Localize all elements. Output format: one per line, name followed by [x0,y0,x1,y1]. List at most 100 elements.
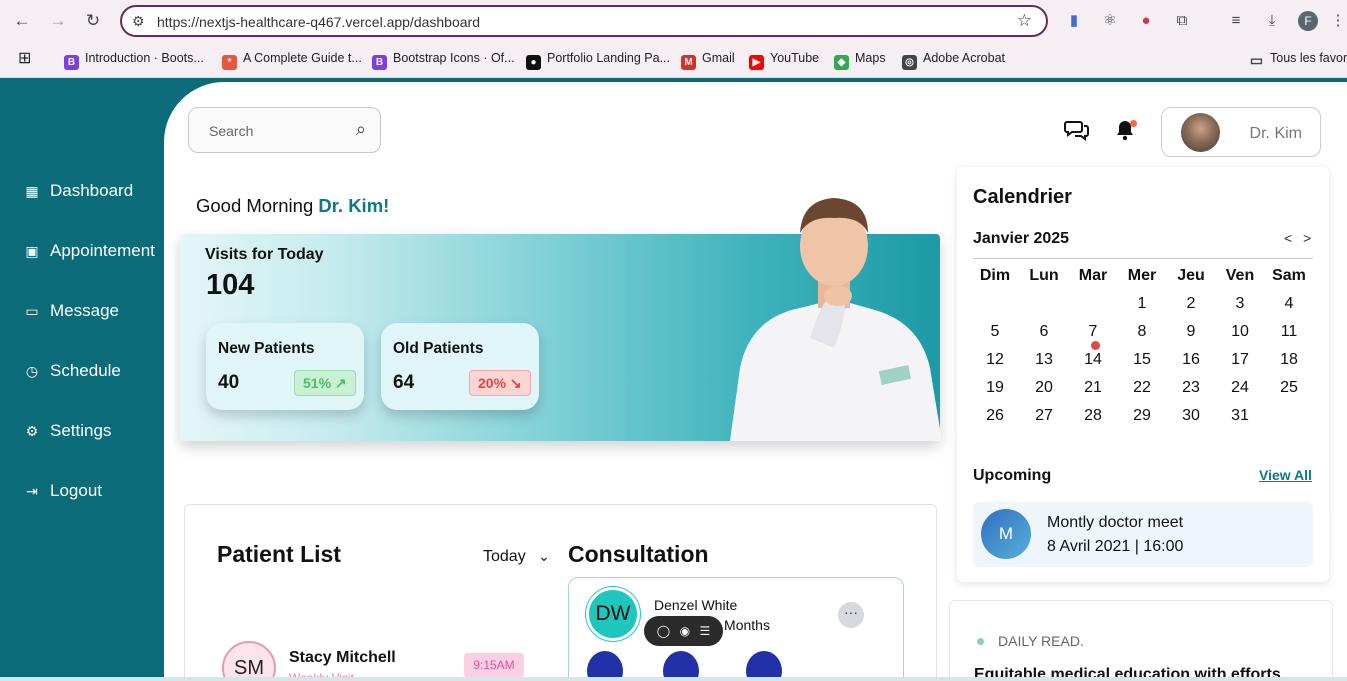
calendar-day[interactable]: 8 [1122,323,1162,341]
floating-toolbar: ◯ ◉ ☰ [644,616,723,646]
date-filter-dropdown[interactable]: Today ⌄ [483,548,550,566]
calendar-day[interactable]: 21 [1073,379,1113,397]
calendar-day[interactable]: 1 [1122,295,1162,313]
view-all-link[interactable]: View All [1259,467,1312,483]
bookmark-item[interactable]: ◎ Adobe Acrobat [902,51,1005,70]
react-devtools-icon[interactable]: ⚛ [1100,11,1120,31]
bookmark-item[interactable]: B Introduction · Boots... [64,51,204,70]
patient-name[interactable]: Stacy Mitchell [289,649,396,667]
bookmark-item[interactable]: B Bootstrap Icons · Of... [372,51,515,70]
address-bar[interactable]: ⚙ https://nextjs-healthcare-q467.vercel.… [120,5,1048,37]
logout-icon: ⇥ [26,483,38,499]
apps-grid-icon[interactable]: ⊞ [18,48,31,68]
calendar-icon: ▣ [25,243,39,259]
sidebar-item-settings[interactable]: ⚙ Settings [24,416,112,446]
reading-list-icon[interactable]: ≡ [1226,11,1246,31]
menu-kebab-icon[interactable]: ⋮ [1328,11,1347,31]
calendar-day[interactable]: 26 [975,407,1015,425]
gear-icon: ⚙ [25,423,39,439]
old-patients-change-badge: 20% ↘ [469,370,531,396]
dashboard-icon: ▦ [25,183,39,199]
calendar-day[interactable]: 6 [1024,323,1064,341]
bookmark-favicon-icon: B [372,55,387,70]
calendar-day[interactable]: 31 [1220,407,1260,425]
bookmark-star-icon[interactable]: ☆ [1017,11,1032,31]
calendar-day[interactable]: 24 [1220,379,1260,397]
calendar-day[interactable]: 15 [1122,351,1162,369]
upcoming-title: Upcoming [973,467,1052,484]
back-icon[interactable]: ← [12,11,32,31]
calendar-event-dot [1091,341,1100,350]
calendar-day[interactable]: 25 [1269,379,1309,397]
extension-icon[interactable]: ▮ [1064,11,1084,31]
bookmark-item[interactable]: * A Complete Guide t... [222,51,362,70]
calendar-day[interactable]: 18 [1269,351,1309,369]
search-input[interactable]: Search ⌕ [188,107,381,153]
calendar-day[interactable]: 30 [1171,407,1211,425]
calendar-prev-button[interactable]: < [1284,230,1292,246]
calendar-next-button[interactable]: > [1303,230,1311,246]
calendar-day-marked[interactable]: 7 [1073,323,1113,341]
calendar-day[interactable]: 11 [1269,323,1309,341]
browser-profile-avatar[interactable]: F [1298,11,1318,31]
new-patients-change-badge: 51% ↗ [294,370,356,396]
downloads-icon[interactable]: ⤓ [1262,11,1282,31]
user-profile[interactable]: Dr. Kim [1161,107,1321,157]
calendar-day[interactable]: 28 [1073,407,1113,425]
bookmark-item[interactable]: M Gmail [681,51,735,70]
bookmark-item[interactable]: ● Portfolio Landing Pa... [526,51,670,70]
calendar-day[interactable]: 9 [1171,323,1211,341]
reload-icon[interactable]: ↻ [83,11,103,31]
calendar-weekday: Mar [1078,267,1108,284]
sidebar-item-dashboard[interactable]: ▦ Dashboard [24,176,133,206]
calendar-day[interactable]: 2 [1171,295,1211,313]
bookmark-label: A Complete Guide t... [243,51,362,65]
menu-icon[interactable]: ☰ [700,624,711,638]
more-options-button[interactable]: ··· [838,602,864,628]
calendar-day[interactable]: 17 [1220,351,1260,369]
forward-icon[interactable]: → [48,11,68,31]
chat-icon[interactable] [1064,119,1090,147]
sidebar-item-appointement[interactable]: ▣ Appointement [24,236,155,266]
calendar-day[interactable]: 4 [1269,295,1309,313]
calendar-day[interactable]: 19 [975,379,1015,397]
sidebar-item-message[interactable]: ▭ Message [24,296,119,326]
folder-icon: ▭ [1249,52,1264,68]
calendar-day[interactable]: 14 [1073,351,1113,369]
bookmark-item[interactable]: ▶ YouTube [749,51,819,70]
url-text[interactable]: https://nextjs-healthcare-q467.vercel.ap… [157,14,480,30]
sidebar-item-logout[interactable]: ⇥ Logout [24,476,102,506]
calendar-day[interactable]: 10 [1220,323,1260,341]
calendar-weekday: Lun [1029,267,1059,284]
calendar-divider [973,258,1313,259]
extensions-puzzle-icon[interactable]: ⧉ [1172,11,1192,31]
calendar-day[interactable]: 13 [1024,351,1064,369]
extension-icon[interactable]: ● [1136,11,1156,31]
bookmark-favicon-icon: ◎ [902,55,917,70]
eye-icon[interactable]: ◉ [680,624,690,638]
old-patients-label: Old Patients [393,340,484,357]
sidebar-item-label: Schedule [50,361,121,380]
calendar-day[interactable]: 20 [1024,379,1064,397]
calendar-weekday: Mer [1127,267,1157,284]
search-icon[interactable]: ⌕ [356,119,366,140]
bookmark-item[interactable]: ◆ Maps [834,51,886,70]
calendar-weekday: Sam [1272,267,1306,284]
calendar-day[interactable]: 5 [975,323,1015,341]
consultation-card: DW Denzel White 28 Years 3 Months ··· [568,577,904,681]
calendar-day[interactable]: 22 [1122,379,1162,397]
bookmark-favicon-icon: * [222,55,237,70]
site-settings-icon[interactable]: ⚙ [132,13,145,30]
all-bookmarks[interactable]: ▭ Tous les favori [1249,51,1347,68]
sidebar-item-schedule[interactable]: ◷ Schedule [24,356,121,386]
upcoming-event-card[interactable]: M Montly doctor meet 8 Avril 2021 | 16:0… [973,502,1313,567]
comment-icon[interactable]: ◯ [657,624,670,638]
calendar-day[interactable]: 29 [1122,407,1162,425]
bookmark-label: Introduction · Boots... [85,51,204,65]
calendar-day[interactable]: 12 [975,351,1015,369]
calendar-day[interactable]: 23 [1171,379,1211,397]
calendar-day[interactable]: 16 [1171,351,1211,369]
calendar-day[interactable]: 27 [1024,407,1064,425]
calendar-day[interactable]: 3 [1220,295,1260,313]
avatar [1181,113,1220,152]
